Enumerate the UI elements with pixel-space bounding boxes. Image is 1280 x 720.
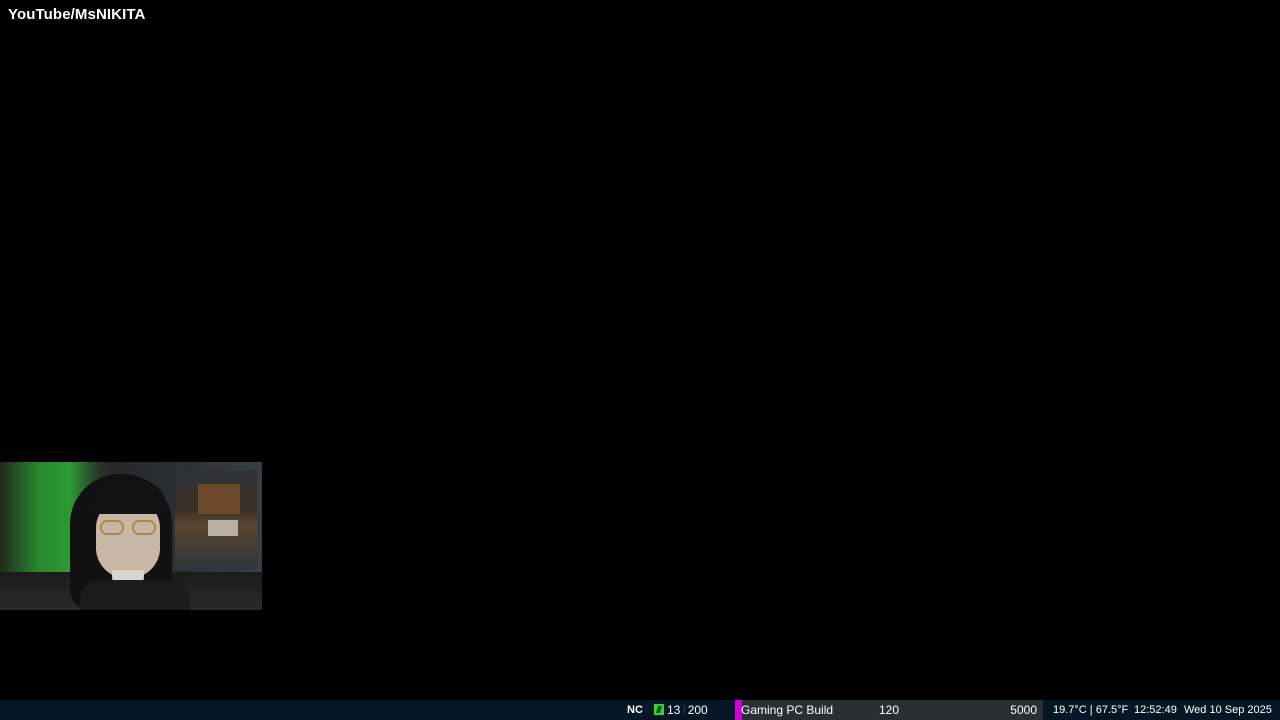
webcam-background-box <box>198 484 240 514</box>
goal-target: 5000 <box>1010 703 1037 717</box>
green-flag-icon <box>654 704 664 715</box>
counter-current: 13 <box>667 703 681 717</box>
counter-total: 200 <box>687 703 708 717</box>
webcam-person-glasses <box>100 520 158 536</box>
goal-current: 120 <box>879 703 900 717</box>
channel-title: YouTube/MsNIKITA <box>8 6 146 23</box>
weather-readout: 19.7°C | 67.5°F <box>1053 704 1129 716</box>
clock-date: Wed 10 Sep 2025 <box>1184 704 1272 716</box>
webcam-person-shirt <box>80 580 190 610</box>
clock-time: 12:52:49 <box>1134 704 1177 716</box>
webcam-background-object <box>208 520 238 536</box>
counter-separator: / <box>682 703 686 717</box>
goal-name: Gaming PC Build <box>741 703 834 717</box>
webcam-person-bangs <box>90 480 166 514</box>
nc-label: NC <box>627 704 643 716</box>
stream-status-bar: NC 13/200 Gaming PC Build 120 5000 19.7°… <box>0 700 1280 720</box>
stream-canvas: YouTube/MsNIKITA NC 13/200 Gaming PC Bui… <box>0 0 1280 720</box>
follower-counter: 13/200 <box>654 700 708 720</box>
webcam-overlay <box>0 462 262 610</box>
donation-goal-bar: Gaming PC Build 120 5000 <box>735 700 1043 720</box>
